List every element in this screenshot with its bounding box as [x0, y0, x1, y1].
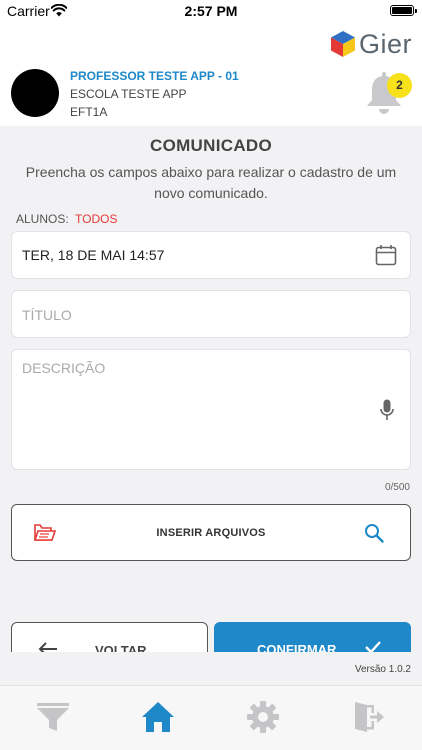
notification-badge: 2	[387, 73, 412, 98]
date-value: TER, 18 DE MAI 14:57	[22, 247, 165, 263]
class-code: EFT1A	[70, 105, 108, 119]
logout-icon	[355, 702, 384, 732]
back-button[interactable]: VOLTAR	[11, 622, 208, 652]
gier-logo: Gier	[330, 28, 412, 60]
status-time: 2:57 PM	[184, 3, 238, 19]
school-name: ESCOLA TESTE APP	[70, 87, 187, 101]
date-field[interactable]: TER, 18 DE MAI 14:57	[11, 231, 411, 279]
professor-name: PROFESSOR TESTE APP - 01	[70, 69, 239, 83]
avatar[interactable]	[11, 69, 59, 117]
description-input[interactable]	[22, 360, 372, 460]
tab-bar	[0, 685, 422, 750]
alunos-label: ALUNOS:	[16, 212, 69, 226]
filter-icon	[37, 703, 69, 731]
search-icon[interactable]	[364, 523, 384, 543]
settings-icon	[247, 701, 279, 733]
logo-text: Gier	[358, 28, 412, 59]
microphone-icon[interactable]	[380, 399, 394, 421]
arrow-left-icon	[38, 642, 57, 652]
tab-logout[interactable]	[351, 700, 385, 734]
confirm-button[interactable]: CONFIRMAR	[214, 622, 411, 652]
home-icon	[142, 702, 174, 732]
tab-home[interactable]	[141, 700, 175, 734]
title-input[interactable]	[22, 305, 392, 325]
back-button-label: VOLTAR	[95, 643, 147, 652]
cube-icon	[330, 31, 355, 57]
calendar-icon[interactable]	[375, 244, 397, 266]
attach-files-button[interactable]: INSERIR ARQUIVOS	[11, 504, 411, 561]
alunos-value[interactable]: TODOS	[75, 212, 117, 226]
page-subtitle: Preencha os campos abaixo para realizar …	[25, 164, 397, 201]
description-field[interactable]	[11, 349, 411, 470]
attach-files-label: INSERIR ARQUIVOS	[156, 527, 266, 539]
version-label: Versão 1.0.2	[354, 664, 411, 675]
char-counter: 0/500	[384, 482, 410, 493]
confirm-button-label: CONFIRMAR	[257, 642, 337, 652]
tab-settings[interactable]	[246, 700, 280, 734]
status-bar: Carrier 2:57 PM	[0, 0, 422, 22]
page-title: COMUNICADO	[150, 136, 272, 155]
form-content[interactable]: COMUNICADO Preencha os campos abaixo par…	[0, 126, 422, 652]
check-icon	[365, 641, 381, 652]
title-field[interactable]	[11, 290, 411, 338]
header: Gier PROFESSOR TESTE APP - 01 ESCOLA TES…	[0, 22, 422, 126]
battery-icon	[390, 5, 417, 16]
tab-filter[interactable]	[36, 700, 70, 734]
